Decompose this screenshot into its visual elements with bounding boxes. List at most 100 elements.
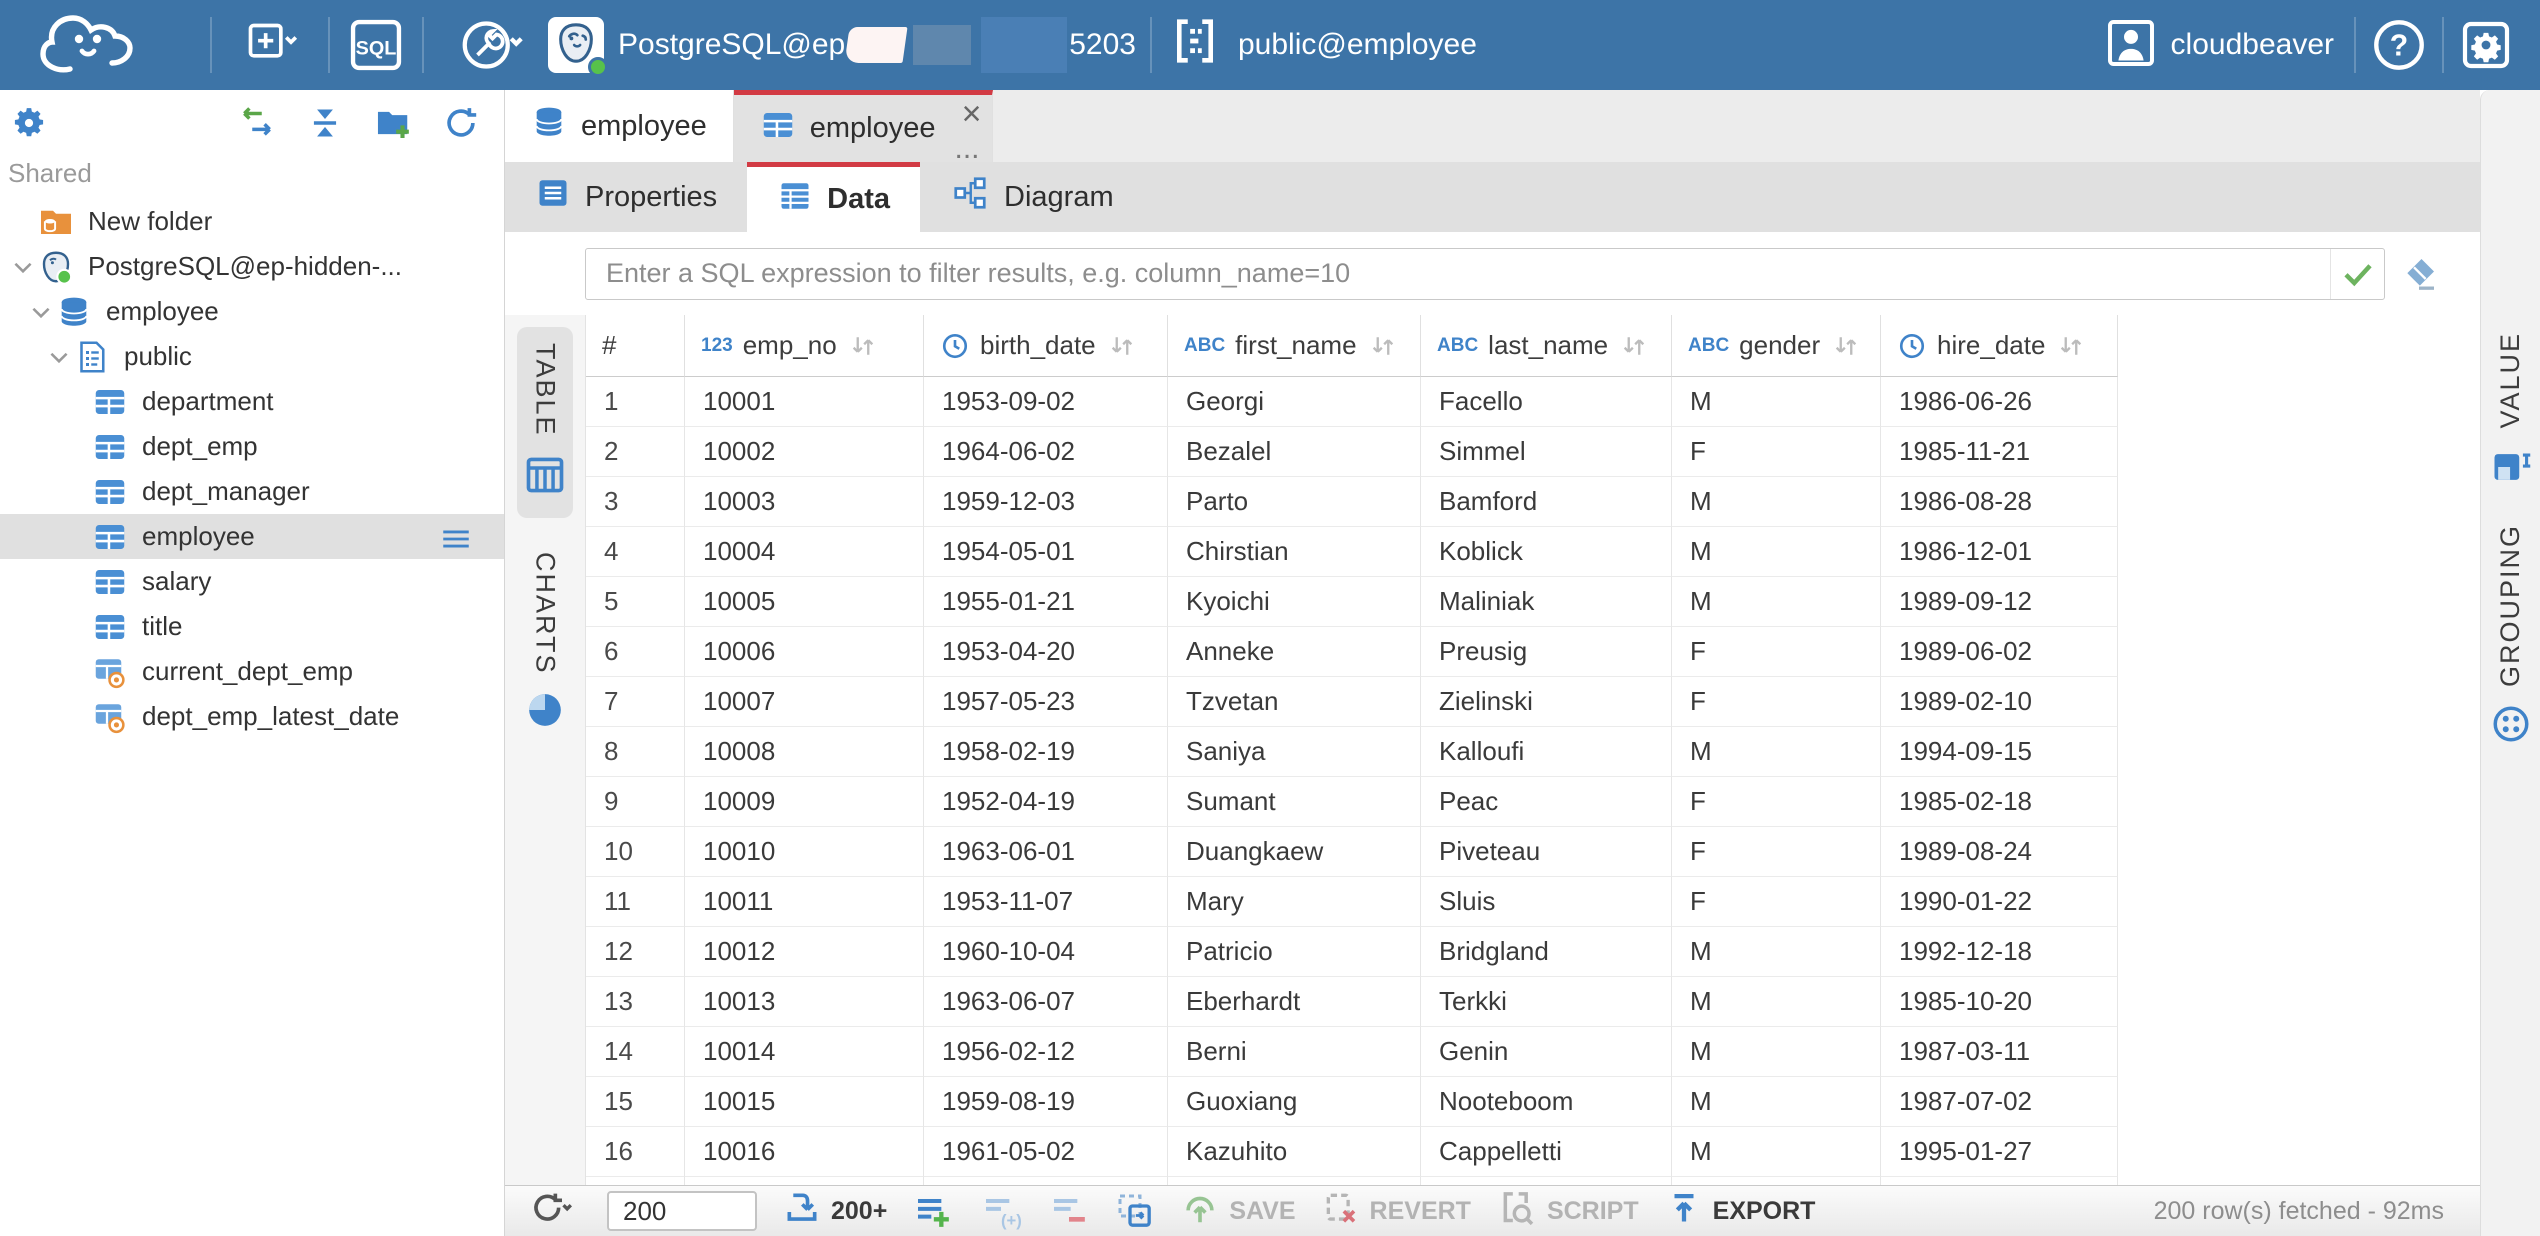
panel-tab-value[interactable]: VALUE (2489, 332, 2533, 494)
save-button[interactable]: SAVE (1181, 1189, 1295, 1234)
cell[interactable]: Bridgland (1421, 927, 1672, 977)
cell[interactable]: 1955-01-21 (924, 577, 1168, 627)
row-number-cell[interactable]: 14 (586, 1027, 685, 1077)
sort-icon[interactable] (1369, 332, 1397, 360)
tree-item-salary[interactable]: salary (0, 559, 504, 604)
cell[interactable]: 1963-06-01 (924, 827, 1168, 877)
cell[interactable]: F (1672, 627, 1881, 677)
cell[interactable] (685, 1177, 924, 1185)
cell[interactable]: 1953-09-02 (924, 377, 1168, 427)
cell[interactable]: Nooteboom (1421, 1077, 1672, 1127)
tree-item-current-dept-emp[interactable]: current_dept_emp (0, 649, 504, 694)
tree-item-dept-manager[interactable]: dept_manager (0, 469, 504, 514)
fetch-more-button[interactable]: 200+ (783, 1189, 887, 1234)
connection-selector[interactable]: PostgreSQL@ep 5203 (548, 17, 1136, 73)
cell[interactable]: 10004 (685, 527, 924, 577)
tree-item-department[interactable]: department (0, 379, 504, 424)
cell[interactable]: Bezalel (1168, 427, 1421, 477)
tree-item-employee[interactable]: employee (0, 514, 504, 559)
row-number-cell[interactable]: 1 (586, 377, 685, 427)
object-tab-employee-active[interactable]: employee×... (734, 90, 993, 162)
cell[interactable]: Anneke (1168, 627, 1421, 677)
tree-item-menu-icon[interactable] (436, 522, 476, 563)
cell[interactable] (1421, 1177, 1672, 1185)
sort-icon[interactable] (1620, 332, 1648, 360)
cell[interactable]: 1963-06-07 (924, 977, 1168, 1027)
tree-item-employee[interactable]: employee (0, 289, 504, 334)
cell[interactable]: 1985-11-21 (1881, 427, 2118, 477)
cell[interactable]: Georgi (1168, 377, 1421, 427)
tab-data[interactable]: Data (747, 162, 920, 232)
cell[interactable]: 10010 (685, 827, 924, 877)
tab-diagram[interactable]: Diagram (920, 162, 1144, 232)
row-number-cell[interactable]: 11 (586, 877, 685, 927)
tree-item-dept-emp-latest-date[interactable]: dept_emp_latest_date (0, 694, 504, 739)
cell[interactable]: 1989-08-24 (1881, 827, 2118, 877)
expand-chevron-icon[interactable] (26, 297, 56, 327)
cloudbeaver-logo-icon[interactable] (28, 9, 178, 81)
column-header-rownum[interactable]: # (586, 315, 685, 377)
cell[interactable]: 1957-05-23 (924, 677, 1168, 727)
row-number-cell[interactable]: 4 (586, 527, 685, 577)
cell[interactable]: 1964-06-02 (924, 427, 1168, 477)
refresh-tree-button[interactable] (442, 104, 480, 142)
cell[interactable]: 10005 (685, 577, 924, 627)
cell[interactable]: 1986-06-26 (1881, 377, 2118, 427)
row-number-cell[interactable]: 8 (586, 727, 685, 777)
cell[interactable]: M (1672, 1077, 1881, 1127)
cell[interactable]: Mary (1168, 877, 1421, 927)
tree-item-new-folder[interactable]: New folder (0, 199, 504, 244)
cell[interactable]: Bamford (1421, 477, 1672, 527)
tree-item-dept-emp[interactable]: dept_emp (0, 424, 504, 469)
delete-row-button[interactable] (1049, 1191, 1089, 1231)
navigator-settings-button[interactable] (10, 104, 48, 142)
copy-cell-button[interactable] (1115, 1191, 1155, 1231)
cell[interactable]: M (1672, 977, 1881, 1027)
tree-item-title[interactable]: title (0, 604, 504, 649)
sort-icon[interactable] (1108, 332, 1136, 360)
row-number-cell[interactable]: 3 (586, 477, 685, 527)
cell[interactable]: 1992-12-18 (1881, 927, 2118, 977)
revert-button[interactable]: REVERT (1322, 1189, 1471, 1234)
cell[interactable] (1168, 1177, 1421, 1185)
cell[interactable]: 10001 (685, 377, 924, 427)
cell[interactable]: 10008 (685, 727, 924, 777)
cell[interactable]: M (1672, 527, 1881, 577)
reload-data-button[interactable] (521, 1191, 581, 1231)
tree-item-public[interactable]: public (0, 334, 504, 379)
cell[interactable]: 1953-04-20 (924, 627, 1168, 677)
cell[interactable]: Preusig (1421, 627, 1672, 677)
cell[interactable]: F (1672, 827, 1881, 877)
cell[interactable]: Sumant (1168, 777, 1421, 827)
cell[interactable] (586, 1177, 685, 1185)
cell[interactable]: 1990-01-22 (1881, 877, 2118, 927)
cell[interactable]: Saniya (1168, 727, 1421, 777)
tab-properties[interactable]: Properties (505, 162, 747, 232)
cell[interactable]: F (1672, 777, 1881, 827)
cell[interactable]: 1987-07-02 (1881, 1077, 2118, 1127)
row-number-cell[interactable]: 2 (586, 427, 685, 477)
cell[interactable]: Kalloufi (1421, 727, 1672, 777)
cell[interactable] (924, 1177, 1168, 1185)
row-number-cell[interactable]: 6 (586, 627, 685, 677)
collapse-all-button[interactable] (306, 104, 344, 142)
export-button[interactable]: EXPORT (1665, 1189, 1816, 1234)
cell[interactable]: Berni (1168, 1027, 1421, 1077)
cell[interactable]: Terkki (1421, 977, 1672, 1027)
cell[interactable]: 10007 (685, 677, 924, 727)
cell[interactable]: 1958-02-19 (924, 727, 1168, 777)
row-number-cell[interactable]: 15 (586, 1077, 685, 1127)
expand-chevron-icon[interactable] (8, 252, 38, 282)
cell[interactable]: 1989-02-10 (1881, 677, 2118, 727)
cell[interactable]: Facello (1421, 377, 1672, 427)
cell[interactable]: Parto (1168, 477, 1421, 527)
cell[interactable]: 10009 (685, 777, 924, 827)
cell[interactable]: 10013 (685, 977, 924, 1027)
cell[interactable]: 1959-08-19 (924, 1077, 1168, 1127)
column-header-birth_date[interactable]: birth_date (924, 315, 1168, 377)
column-header-gender[interactable]: ABCgender (1672, 315, 1881, 377)
help-button[interactable]: ? (2370, 16, 2428, 74)
sql-editor-button[interactable]: SQL (344, 16, 408, 74)
sort-icon[interactable] (2057, 332, 2085, 360)
cell[interactable]: Sluis (1421, 877, 1672, 927)
